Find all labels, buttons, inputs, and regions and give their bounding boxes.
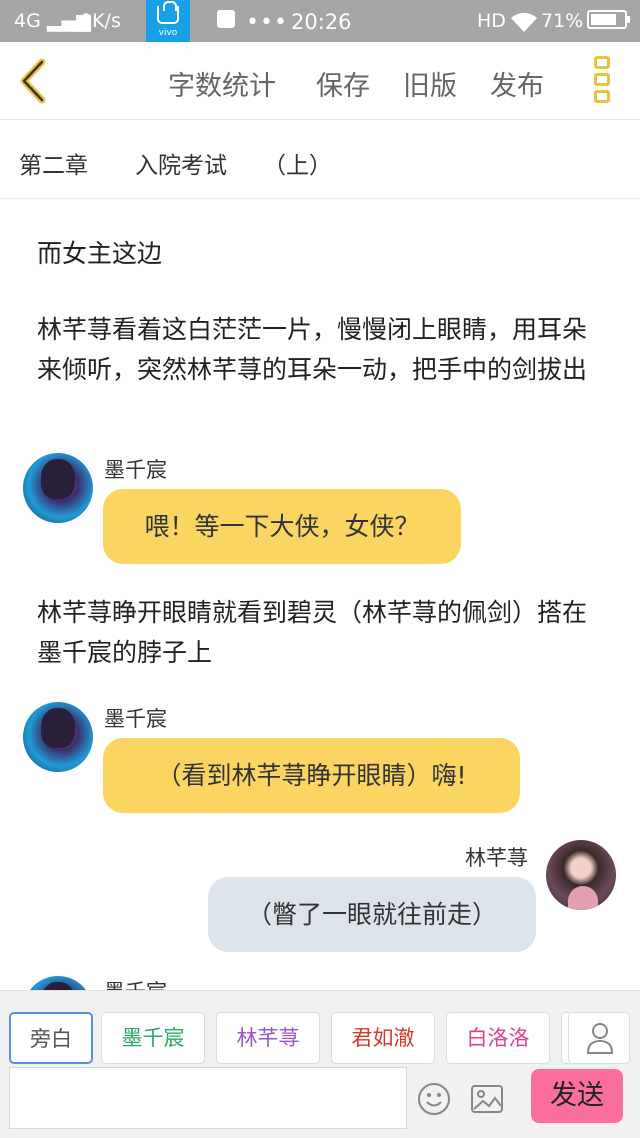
back-button[interactable] <box>14 56 54 106</box>
speaker-name: 墨千宸 <box>104 458 167 482</box>
chapter-name: 入院考试 <box>135 153 227 179</box>
person-icon <box>586 1023 614 1054</box>
notification-icon <box>217 10 235 28</box>
old-version-button[interactable]: 旧版 <box>403 64 457 103</box>
narration-text[interactable]: 林芊荨看着这白茫茫一片，慢慢闭上眼睛，用耳朵来倾听，突然林芊荨的耳朵一动，把手中… <box>37 310 607 390</box>
network-speed: 0K/s <box>80 10 121 32</box>
vivo-store-label: vivo <box>158 28 178 38</box>
dialogue-bubble[interactable]: （看到林芊荨睁开眼睛）嗨! <box>103 738 520 813</box>
dialogue-bubble[interactable]: （瞥了一眼就往前走） <box>208 877 536 952</box>
send-button[interactable]: 发送 <box>531 1069 623 1123</box>
editor-toolbar: 字数统计 保存 旧版 发布 <box>0 42 640 120</box>
chapter-part: （上） <box>263 153 332 179</box>
speaker-name: 林芊荨 <box>465 846 528 870</box>
avatar[interactable] <box>23 453 93 523</box>
chevron-left-icon <box>20 58 46 104</box>
avatar[interactable] <box>23 976 93 990</box>
battery-icon <box>587 10 630 29</box>
speaker-name: 墨千宸 <box>104 707 167 731</box>
speaker-name: 墨千宸 <box>104 976 167 990</box>
role-button[interactable]: 白洛洛 <box>446 1012 550 1064</box>
role-button[interactable]: 君如澈 <box>331 1012 435 1064</box>
status-bar: 4G ▂▄▆ 0K/s vivo ••• 20:26 HD 71% <box>0 0 640 42</box>
avatar[interactable] <box>23 702 93 772</box>
story-content[interactable]: 而女主这边 林芊荨看着这白茫茫一片，慢慢闭上眼睛，用耳朵来倾听，突然林芊荨的耳朵… <box>0 200 640 990</box>
vivo-store-icon: vivo <box>146 0 190 42</box>
dialogue-bubble[interactable]: 喂！等一下大侠，女侠？ <box>103 489 461 564</box>
word-count-button[interactable]: 字数统计 <box>168 64 276 103</box>
battery-percent: 71% <box>541 10 584 32</box>
role-button[interactable]: 林芊荨 <box>216 1012 320 1064</box>
narration-text[interactable]: 而女主这边 <box>37 234 607 274</box>
image-icon[interactable] <box>470 1084 504 1114</box>
role-button[interactable]: 墨千宸 <box>101 1012 205 1064</box>
chapter-title[interactable]: 第二章 入院考试 （上） <box>0 120 640 199</box>
save-button[interactable]: 保存 <box>316 64 370 103</box>
more-notifications-icon: ••• <box>246 10 288 35</box>
clock: 20:26 <box>291 10 352 34</box>
more-menu-icon[interactable] <box>594 56 614 108</box>
emoji-icon[interactable] <box>417 1082 451 1116</box>
add-role-button[interactable] <box>568 1012 630 1064</box>
avatar[interactable] <box>546 840 616 910</box>
message-input[interactable] <box>9 1067 407 1129</box>
wifi-icon <box>509 10 539 39</box>
publish-button[interactable]: 发布 <box>490 64 544 103</box>
hd-indicator: HD <box>477 10 506 32</box>
role-narration-button[interactable]: 旁白 <box>9 1012 93 1064</box>
narration-text[interactable]: 林芊荨睁开眼睛就看到碧灵（林芊荨的佩剑）搭在墨千宸的脖子上 <box>37 593 607 673</box>
chapter-number: 第二章 <box>19 153 88 179</box>
composer-panel: 旁白 墨千宸 林芊荨 君如澈 白洛洛 发送 <box>0 990 640 1138</box>
